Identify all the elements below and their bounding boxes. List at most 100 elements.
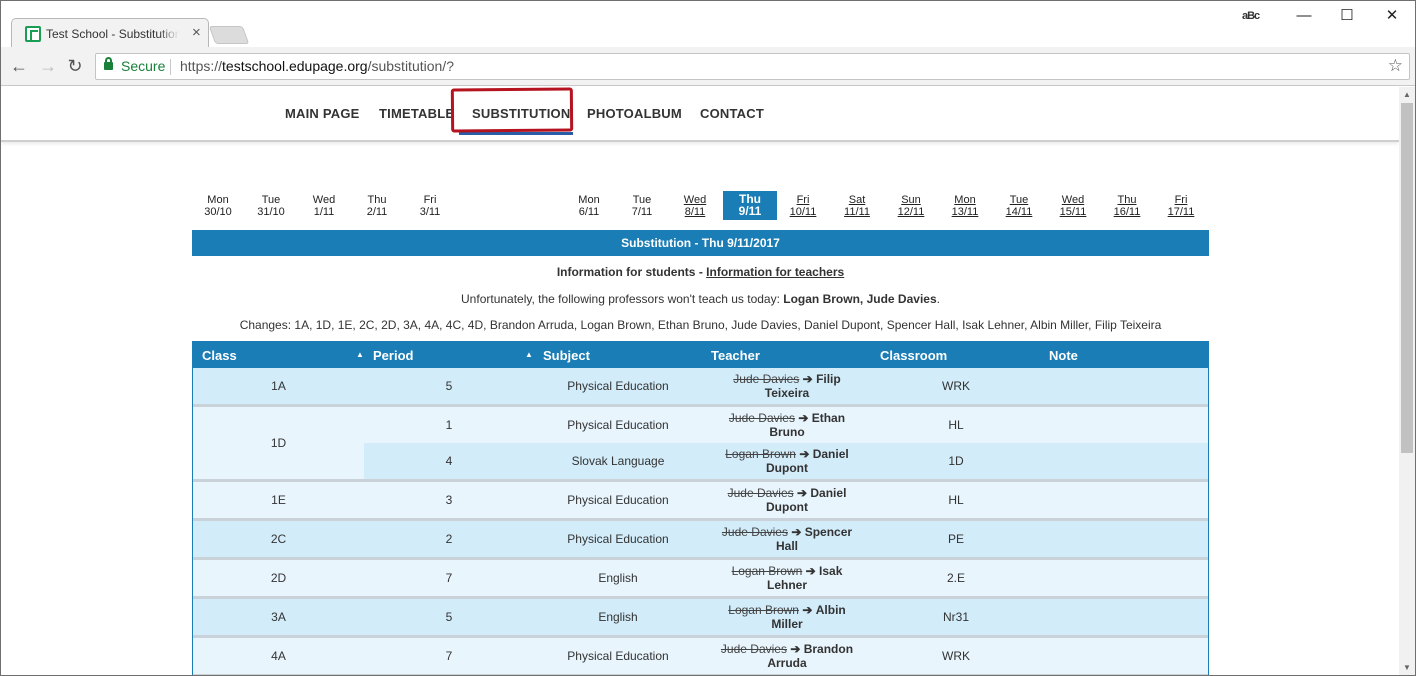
back-arrow-icon[interactable]: ← bbox=[8, 56, 30, 76]
scroll-up-arrow-icon[interactable]: ▲ bbox=[1399, 87, 1415, 103]
day-tue-7-11[interactable]: Tue 7/11 bbox=[615, 194, 669, 218]
cell-period: 5 bbox=[445, 379, 453, 393]
cell-classroom: WRK bbox=[942, 379, 970, 393]
cell-period: 4 bbox=[445, 454, 453, 468]
site-nav: MAIN PAGE TIMETABLE SUBSTITUTION PHOTOAL… bbox=[1, 87, 1399, 142]
day-mon-30-10[interactable]: Mon 30/10 bbox=[191, 194, 245, 218]
day-fri-17-11[interactable]: Fri 17/11 bbox=[1154, 194, 1208, 218]
class-group-3a: 3A 5 English Logan Brown ➔ Albin Miller N… bbox=[193, 599, 1208, 638]
cell-teacher: Logan Brown ➔ Isak Lehner bbox=[702, 564, 872, 592]
cell-teacher: Jude Davies ➔ Ethan Bruno bbox=[702, 411, 872, 439]
header-teacher: Teacher bbox=[711, 348, 760, 363]
url-scheme: https:// bbox=[180, 58, 223, 74]
day-thu-2-11[interactable]: Thu 2/11 bbox=[350, 194, 404, 218]
forward-arrow-icon[interactable]: → bbox=[37, 56, 59, 76]
new-tab-button[interactable] bbox=[208, 26, 250, 44]
cell-class: 1E bbox=[271, 493, 286, 507]
cell-teacher: Jude Davies ➔ Daniel Dupont bbox=[702, 486, 872, 514]
table-row: 4A 7 Physical Education Jude Davies ➔ Br… bbox=[193, 638, 1208, 674]
day-wed-8-11[interactable]: Wed 8/11 bbox=[668, 194, 722, 218]
page-viewport: MAIN PAGE TIMETABLE SUBSTITUTION PHOTOAL… bbox=[1, 87, 1399, 675]
url-host: testschool.edupage.org bbox=[222, 58, 368, 74]
page-scrollbar[interactable]: ▲ ▼ bbox=[1399, 87, 1415, 675]
day-sun-12-11[interactable]: Sun 12/11 bbox=[884, 194, 938, 218]
new-teacher-last: Bruno bbox=[769, 425, 805, 439]
old-teacher: Logan Brown bbox=[728, 603, 799, 617]
absent-prefix: Unfortunately, the following professors … bbox=[461, 292, 784, 306]
day-name: Thu bbox=[367, 194, 387, 206]
new-teacher-first: Spencer bbox=[804, 525, 853, 539]
address-bar[interactable]: Secure https://testschool.edupage.org/su… bbox=[95, 53, 1410, 80]
substitution-highlight-annotation bbox=[450, 87, 574, 133]
header-subject[interactable]: Subject bbox=[543, 348, 590, 363]
table-row: 2D 7 English Logan Brown ➔ Isak Lehner 2.… bbox=[193, 560, 1208, 596]
day-sat-11-11[interactable]: Sat 11/11 bbox=[830, 194, 884, 218]
changes-line: Changes: 1A, 1D, 1E, 2C, 2D, 3A, 4A, 4C,… bbox=[239, 318, 1162, 332]
new-teacher-last: Hall bbox=[775, 539, 798, 553]
cell-period: 2 bbox=[445, 532, 453, 546]
day-name: Tue bbox=[632, 194, 652, 206]
header-period[interactable]: Period bbox=[373, 348, 413, 363]
nav-timetable[interactable]: TIMETABLE bbox=[379, 106, 454, 121]
old-teacher: Jude Davies bbox=[733, 372, 800, 386]
substitution-title: Substitution - Thu 9/11/2017 bbox=[192, 230, 1209, 256]
close-window-icon[interactable]: ✕ bbox=[1377, 6, 1407, 26]
day-name: Thu bbox=[1117, 194, 1137, 206]
day-mon-6-11[interactable]: Mon 6/11 bbox=[562, 194, 616, 218]
day-date: 17/11 bbox=[1167, 206, 1195, 218]
teachers-info-link[interactable]: Information for teachers bbox=[706, 265, 844, 279]
scrollbar-thumb[interactable] bbox=[1401, 103, 1413, 453]
day-tue-31-10[interactable]: Tue 31/10 bbox=[244, 194, 298, 218]
sort-asc-icon[interactable]: ▲ bbox=[356, 350, 364, 359]
day-wed-1-11[interactable]: Wed 1/11 bbox=[297, 194, 351, 218]
cell-subject: English bbox=[598, 610, 638, 624]
browser-tab[interactable]: Test School - Substitution × bbox=[11, 18, 209, 48]
day-name: Mon bbox=[207, 194, 229, 206]
tab-title: Test School - Substitution bbox=[46, 27, 179, 41]
day-fri-10-11[interactable]: Fri 10/11 bbox=[776, 194, 830, 218]
cell-subject: Physical Education bbox=[567, 379, 669, 393]
header-class[interactable]: Class bbox=[202, 348, 237, 363]
arrow-right-icon: ➔ bbox=[798, 411, 809, 425]
bookmark-star-icon[interactable]: ☆ bbox=[1388, 56, 1403, 76]
cell-period: 7 bbox=[445, 649, 453, 663]
day-wed-15-11[interactable]: Wed 15/11 bbox=[1046, 194, 1100, 218]
day-name: Tue bbox=[1009, 194, 1029, 206]
day-thu-9-11-selected[interactable]: Thu 9/11 bbox=[723, 191, 777, 220]
new-teacher-first: Ethan bbox=[811, 411, 846, 425]
nav-contact[interactable]: CONTACT bbox=[700, 106, 764, 121]
arrow-right-icon: ➔ bbox=[790, 642, 801, 656]
nav-photoalbum[interactable]: PHOTOALBUM bbox=[587, 106, 682, 121]
new-teacher-first: Albin bbox=[815, 603, 846, 617]
lock-icon bbox=[104, 57, 113, 70]
day-fri-3-11[interactable]: Fri 3/11 bbox=[403, 194, 457, 218]
profile-icon[interactable]: aBc bbox=[1242, 10, 1260, 22]
tab-close-icon[interactable]: × bbox=[192, 25, 201, 40]
cell-classroom: Nr31 bbox=[942, 610, 969, 624]
browser-window: Test School - Substitution × aBc — ☐ ✕ ←… bbox=[0, 0, 1416, 676]
sort-asc-icon[interactable]: ▲ bbox=[525, 350, 533, 359]
url-text[interactable]: https://testschool.edupage.org/substitut… bbox=[180, 58, 454, 74]
substitution-table: Class ▲ Period ▲ Subject Teacher Classro… bbox=[192, 341, 1209, 675]
day-mon-13-11[interactable]: Mon 13/11 bbox=[938, 194, 992, 218]
maximize-icon[interactable]: ☐ bbox=[1332, 6, 1362, 26]
absent-names: Logan Brown, Jude Davies bbox=[783, 292, 937, 306]
cell-classroom: HL bbox=[948, 418, 964, 432]
info-links: Information for students - Information f… bbox=[192, 265, 1209, 279]
day-name: Fri bbox=[1174, 194, 1188, 206]
table-row: 1E 3 Physical Education Jude Davies ➔ Da… bbox=[193, 482, 1208, 518]
day-name: Sat bbox=[848, 194, 866, 206]
cell-classroom: PE bbox=[947, 532, 964, 546]
reload-icon[interactable]: ↻ bbox=[64, 56, 86, 76]
day-date: 14/11 bbox=[1005, 206, 1033, 218]
tab-strip: Test School - Substitution × aBc — ☐ ✕ bbox=[1, 1, 1415, 48]
day-tue-14-11[interactable]: Tue 14/11 bbox=[992, 194, 1046, 218]
scroll-down-arrow-icon[interactable]: ▼ bbox=[1399, 660, 1415, 675]
day-thu-16-11[interactable]: Thu 16/11 bbox=[1100, 194, 1154, 218]
minimize-icon[interactable]: — bbox=[1289, 6, 1319, 26]
day-date: 9/11 bbox=[738, 204, 762, 218]
cell-class: 4A bbox=[271, 649, 286, 663]
cell-teacher: Jude Davies ➔ Brandon Arruda bbox=[702, 642, 872, 670]
new-teacher-last: Arruda bbox=[767, 656, 807, 670]
nav-main-page[interactable]: MAIN PAGE bbox=[285, 106, 360, 121]
